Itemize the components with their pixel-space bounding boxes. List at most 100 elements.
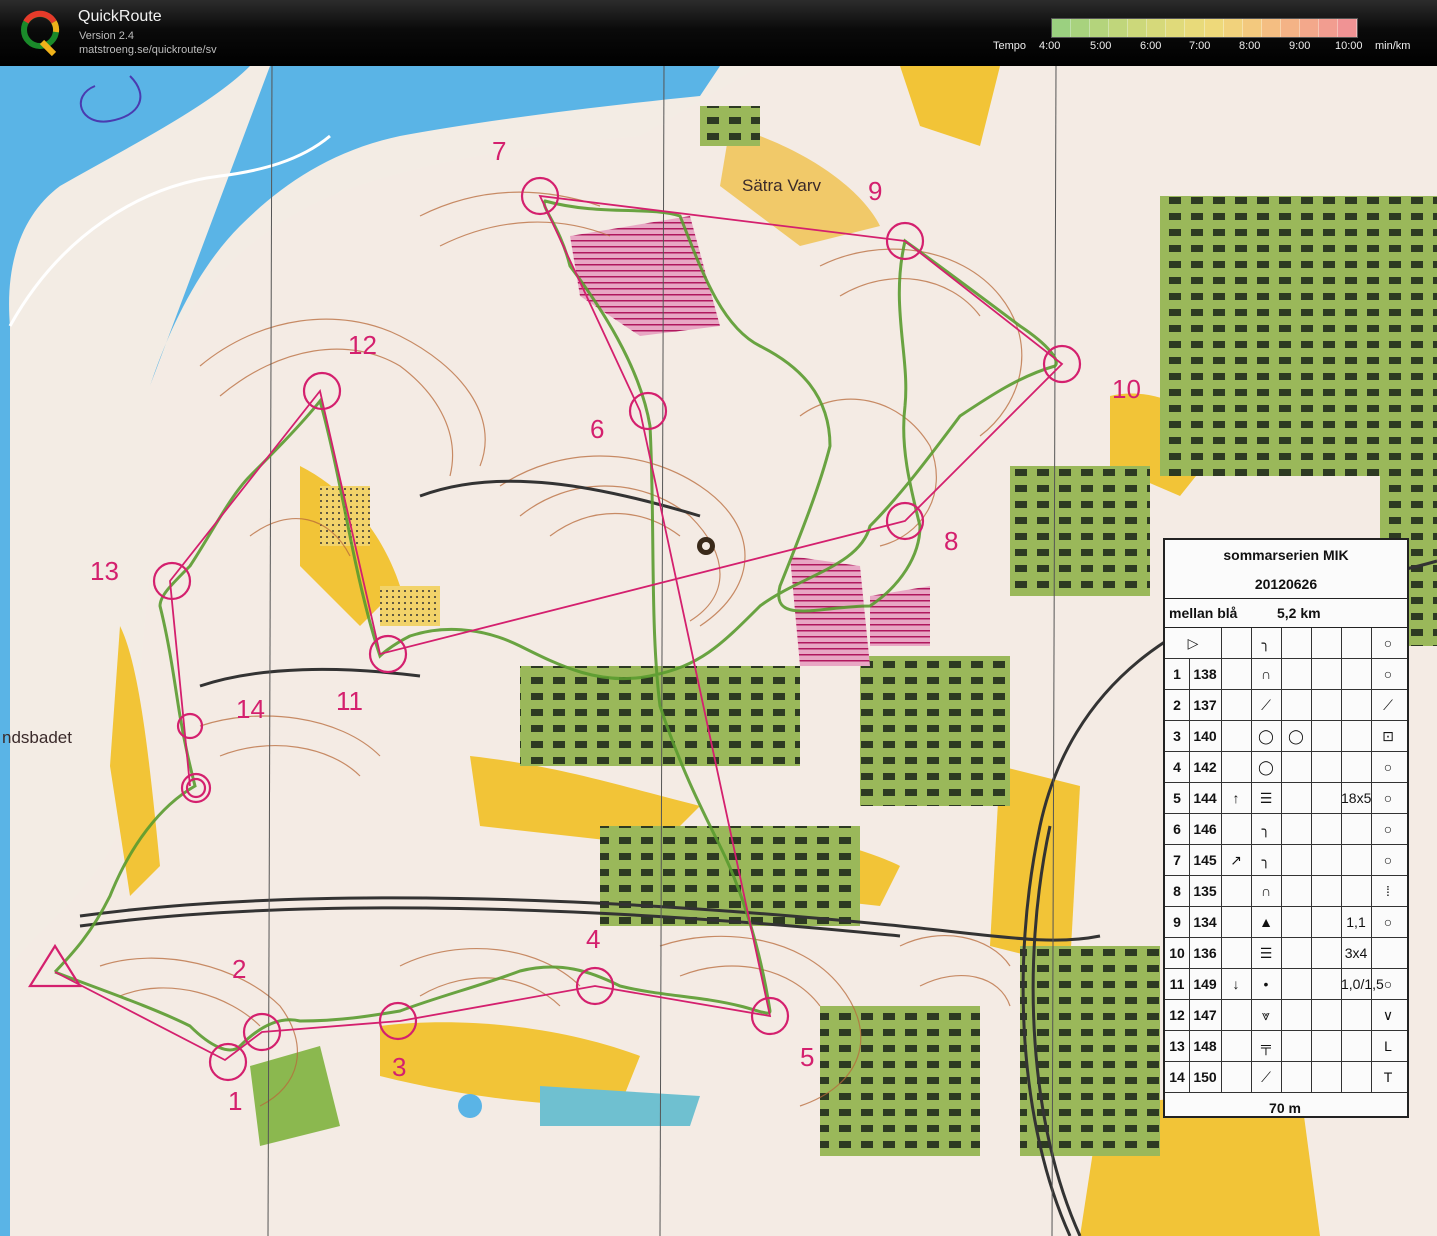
description-cell-num: 3 <box>1165 721 1190 751</box>
app-title: QuickRoute <box>78 8 162 25</box>
description-cell-e <box>1281 783 1312 813</box>
description-cell-h: ⁞ <box>1386 883 1390 899</box>
description-cell-code: 146 <box>1189 814 1222 844</box>
description-row: 14 150 ⟋ T <box>1165 1062 1407 1093</box>
control-number: 4 <box>586 924 601 954</box>
description-cell-e: ◯ <box>1281 721 1312 751</box>
buildings <box>1010 466 1150 596</box>
description-cell-num: 14 <box>1165 1062 1190 1092</box>
description-cell-h: ⟋ <box>1383 697 1393 713</box>
description-cell-c <box>1221 690 1252 720</box>
description-cell-f <box>1311 659 1342 689</box>
description-cell-d: ◯ <box>1251 721 1282 751</box>
description-cell-h: ○ <box>1383 976 1393 992</box>
start-row: ▷ ╮ ○ <box>1165 628 1407 659</box>
description-cell-e <box>1281 1031 1312 1061</box>
description-cell-num: 7 <box>1165 845 1190 875</box>
buildings <box>520 666 800 766</box>
description-cell-c <box>1221 721 1252 751</box>
control-description-sheet: sommarserien MIK 20120626 mellan blå 5,2… <box>1163 538 1409 1118</box>
description-cell-e <box>1281 1000 1312 1030</box>
description-row: 2 137 ⟋ ⟋ <box>1165 690 1407 721</box>
description-cell-g <box>1341 752 1372 782</box>
class-row: mellan blå 5,2 km <box>1165 599 1407 628</box>
description-cell-e <box>1281 938 1312 968</box>
description-row: 5 144 ↑ ☰ 18x5 ○ <box>1165 783 1407 814</box>
description-row: 8 135 ∩ ⁞ <box>1165 876 1407 907</box>
description-grid: ▷ ╮ ○ 1 138 ∩ ○ 2 137 ⟋ ⟋ 3 140 ◯ ◯ ⊡ 4 142 ◯ ○ 5 144 ↑ ☰ 18x… <box>1165 628 1407 1093</box>
description-cell-f <box>1311 752 1342 782</box>
description-cell-h: ○ <box>1383 666 1393 682</box>
description-cell-f <box>1311 814 1342 844</box>
description-cell-code: 137 <box>1189 690 1222 720</box>
description-cell-e <box>1281 845 1312 875</box>
place-label-badet: ndsbadet <box>2 728 72 747</box>
tempo-tick: 10:00 <box>1335 40 1363 52</box>
description-cell-h: ○ <box>1383 759 1393 775</box>
course-length: 5,2 km <box>1277 605 1321 621</box>
start-symbol: ▷ <box>1165 628 1222 658</box>
description-cell-c <box>1221 1031 1252 1061</box>
description-cell-c <box>1221 1062 1252 1092</box>
control-number: 7 <box>492 136 507 166</box>
description-cell-f <box>1311 690 1342 720</box>
description-cell-d: ╮ <box>1251 845 1282 875</box>
description-cell-num: 4 <box>1165 752 1190 782</box>
description-cell-g <box>1341 690 1372 720</box>
description-cell-c <box>1221 659 1252 689</box>
description-cell-code: 149 <box>1189 969 1222 999</box>
description-cell-c: ↓ <box>1221 969 1252 999</box>
description-cell-h: ○ <box>1383 790 1393 806</box>
description-cell-f <box>1311 1031 1342 1061</box>
description-row: 11 149 ↓ • 1,0/1,5 ○ <box>1165 969 1407 1000</box>
description-cell-c <box>1221 876 1252 906</box>
start-feature: ╮ <box>1251 628 1282 658</box>
description-cell-f <box>1311 1000 1342 1030</box>
description-cell-f <box>1311 938 1342 968</box>
description-cell-c: ↑ <box>1221 783 1252 813</box>
description-cell-e <box>1281 659 1312 689</box>
forbidden-area <box>870 586 930 646</box>
description-cell-g <box>1341 1000 1372 1030</box>
rough-open-area <box>380 586 440 626</box>
buildings <box>700 106 760 146</box>
event-title: sommarserien MIK <box>1223 547 1349 563</box>
description-cell-g <box>1341 721 1372 751</box>
description-cell-num: 6 <box>1165 814 1190 844</box>
description-cell-num: 12 <box>1165 1000 1190 1030</box>
class-name: mellan blå <box>1169 605 1238 621</box>
description-cell-d: ⟋ <box>1251 690 1282 720</box>
control-number: 2 <box>232 954 247 984</box>
description-cell-c <box>1221 752 1252 782</box>
description-cell-g: 1,1 <box>1341 907 1372 937</box>
description-cell-num: 13 <box>1165 1031 1190 1061</box>
description-cell-f <box>1311 783 1342 813</box>
description-cell-num: 9 <box>1165 907 1190 937</box>
buildings <box>1160 196 1437 476</box>
finish-row: 70 m <box>1165 1093 1407 1123</box>
tempo-tick: 9:00 <box>1289 40 1311 52</box>
description-cell-d: • <box>1251 969 1282 999</box>
event-date: 20120626 <box>1165 570 1407 599</box>
description-cell-c <box>1221 1000 1252 1030</box>
app-url-link[interactable]: matstroeng.se/quickroute/sv <box>79 44 217 56</box>
description-cell-code: 147 <box>1189 1000 1222 1030</box>
control-number: 9 <box>868 176 883 206</box>
tempo-tick: 4:00 <box>1039 40 1061 52</box>
description-cell-e <box>1281 969 1312 999</box>
description-cell-d: ╤ <box>1251 1031 1282 1061</box>
description-cell-code: 145 <box>1189 845 1222 875</box>
description-cell-g: 1,0/1,5 <box>1341 969 1384 999</box>
description-cell-c <box>1221 907 1252 937</box>
description-row: 3 140 ◯ ◯ ⊡ <box>1165 721 1407 752</box>
description-cell-f <box>1311 907 1342 937</box>
description-cell-f <box>1311 969 1342 999</box>
description-cell-g <box>1341 845 1372 875</box>
description-cell-h: T <box>1383 1069 1393 1085</box>
description-cell-code: 144 <box>1189 783 1222 813</box>
tempo-unit: min/km <box>1375 40 1411 52</box>
control-number: 12 <box>348 330 377 360</box>
description-row: 4 142 ◯ ○ <box>1165 752 1407 783</box>
description-cell-num: 11 <box>1165 969 1190 999</box>
description-row: 7 145 ↗ ╮ ○ <box>1165 845 1407 876</box>
